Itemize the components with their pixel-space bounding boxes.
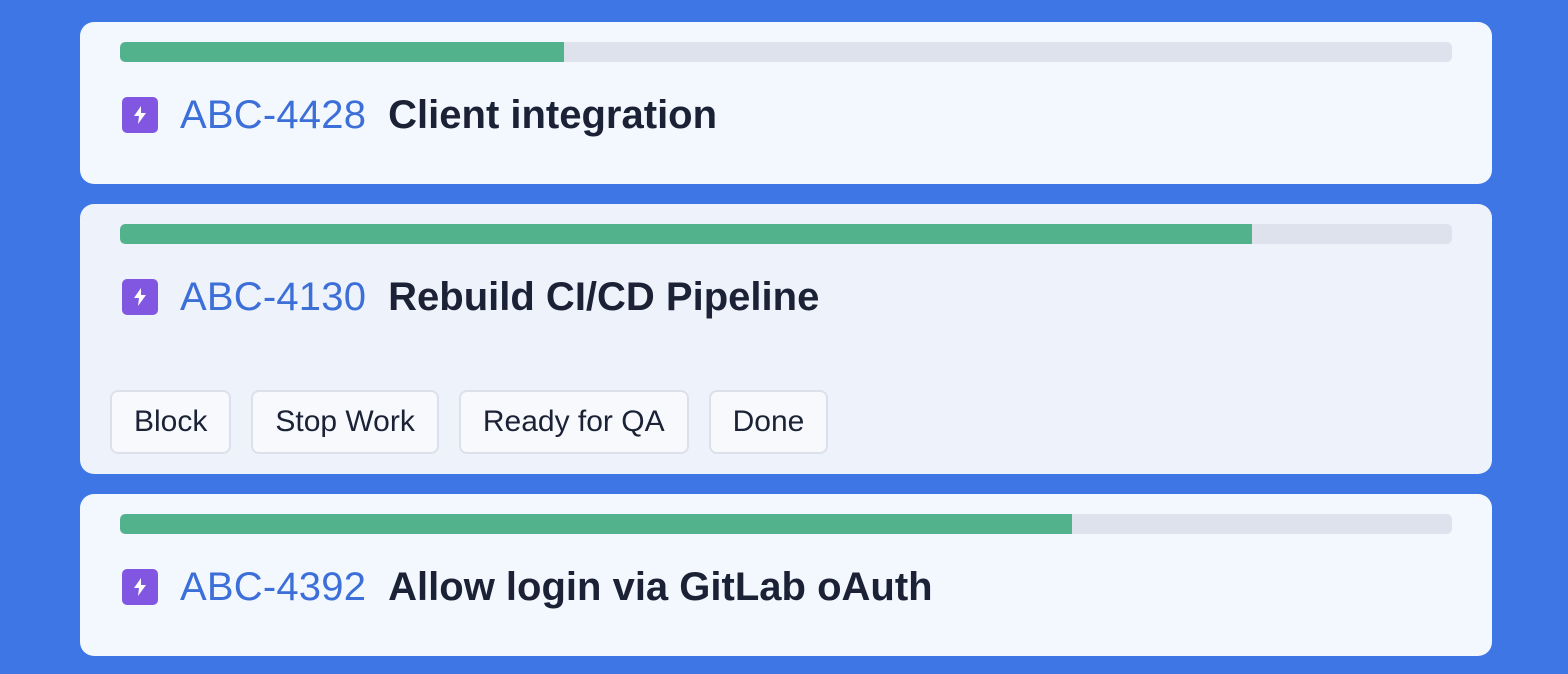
- ready-for-qa-button[interactable]: Ready for QA: [458, 390, 689, 454]
- issue-header: ABC-4130 Rebuild CI/CD Pipeline: [122, 270, 819, 324]
- progress-bar-fill: [120, 42, 564, 62]
- progress-bar: [120, 224, 1452, 244]
- progress-bar: [120, 42, 1452, 62]
- done-button[interactable]: Done: [708, 390, 829, 454]
- epic-lightning-icon: [122, 569, 158, 605]
- stop-work-button[interactable]: Stop Work: [251, 390, 439, 454]
- issue-title: Allow login via GitLab oAuth: [388, 564, 933, 609]
- issue-key-link[interactable]: ABC-4428: [180, 93, 366, 138]
- issue-key-link[interactable]: ABC-4130: [180, 275, 366, 320]
- progress-bar: [120, 514, 1452, 534]
- epic-lightning-icon: [122, 279, 158, 315]
- epic-lightning-icon: [122, 97, 158, 133]
- issue-card[interactable]: ABC-4428 Client integration: [80, 22, 1492, 184]
- issue-title: Client integration: [388, 92, 718, 137]
- issue-header: ABC-4428 Client integration: [122, 88, 717, 142]
- issue-title: Rebuild CI/CD Pipeline: [388, 274, 820, 319]
- issue-key-link[interactable]: ABC-4392: [180, 565, 366, 610]
- progress-bar-fill: [120, 514, 1073, 534]
- issue-header: ABC-4392 Allow login via GitLab oAuth: [122, 560, 933, 614]
- transition-actions: Block Stop Work Ready for QA Done: [110, 390, 829, 454]
- block-button[interactable]: Block: [110, 390, 232, 454]
- progress-bar-fill: [120, 224, 1253, 244]
- issue-card[interactable]: ABC-4392 Allow login via GitLab oAuth: [80, 494, 1492, 656]
- issue-card[interactable]: ABC-4130 Rebuild CI/CD Pipeline Block St…: [80, 204, 1492, 474]
